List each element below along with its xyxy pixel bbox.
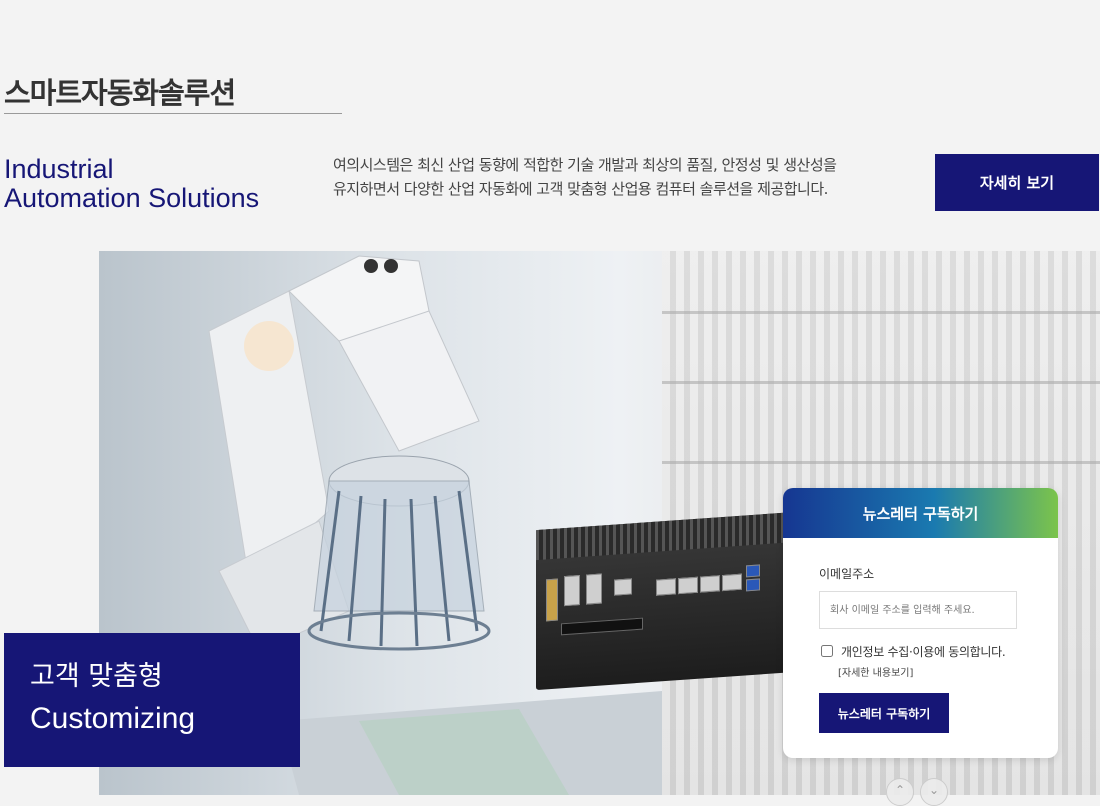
disk-slot bbox=[561, 617, 643, 636]
email-label: 이메일주소 bbox=[819, 567, 875, 581]
title-underline bbox=[4, 113, 342, 114]
factory-beam bbox=[662, 381, 1100, 384]
port bbox=[546, 578, 558, 622]
industrial-computer-product bbox=[536, 511, 796, 691]
email-input[interactable] bbox=[819, 591, 1017, 629]
privacy-detail-link[interactable]: [자세한 내용보기] bbox=[838, 664, 913, 679]
description-line1: 여의시스템은 최신 산업 동향에 적합한 기술 개발과 최상의 품질, 안정성 … bbox=[333, 156, 837, 174]
port bbox=[564, 575, 580, 607]
english-heading: Industrial Automation Solutions bbox=[4, 155, 259, 213]
customizing-caption: 고객 맞춤형 Customizing bbox=[4, 633, 300, 767]
port bbox=[614, 578, 632, 596]
newsletter-header: 뉴스레터 구독하기 bbox=[783, 488, 1058, 538]
port bbox=[586, 573, 602, 605]
chevron-up-icon[interactable]: ⌃ bbox=[886, 778, 914, 806]
privacy-consent-label[interactable]: 개인정보 수집·이용에 동의합니다. bbox=[841, 643, 1006, 660]
port bbox=[678, 576, 698, 595]
section-description: 여의시스템은 최신 산업 동향에 적합한 기술 개발과 최상의 품질, 안정성 … bbox=[333, 153, 913, 201]
view-details-button[interactable]: 자세히 보기 bbox=[935, 154, 1099, 211]
english-heading-line1: Industrial bbox=[4, 154, 114, 184]
chevron-down-icon[interactable]: ⌄ bbox=[920, 778, 948, 806]
customizing-korean: 고객 맞춤형 bbox=[30, 661, 163, 692]
factory-beam bbox=[662, 311, 1100, 314]
customizing-english: Customizing bbox=[30, 702, 196, 735]
usb-port bbox=[746, 578, 760, 592]
newsletter-subscribe-button[interactable]: 뉴스레터 구독하기 bbox=[819, 693, 949, 733]
port bbox=[656, 578, 676, 596]
factory-beam bbox=[662, 461, 1100, 464]
section-title: 스마트자동화솔루션 bbox=[4, 76, 236, 110]
usb-port bbox=[746, 564, 760, 578]
description-line2: 유지하면서 다양한 산업 자동화에 고객 맞춤형 산업용 컴퓨터 솔루션을 제공… bbox=[333, 180, 828, 198]
privacy-consent-checkbox[interactable] bbox=[821, 645, 833, 657]
scroll-navigation: ⌃ ⌄ bbox=[886, 778, 948, 806]
port bbox=[722, 573, 742, 592]
newsletter-panel: 뉴스레터 구독하기 이메일주소 개인정보 수집·이용에 동의합니다. [자세한 … bbox=[783, 488, 1058, 758]
port bbox=[700, 575, 720, 593]
english-heading-line2: Automation Solutions bbox=[4, 183, 260, 213]
